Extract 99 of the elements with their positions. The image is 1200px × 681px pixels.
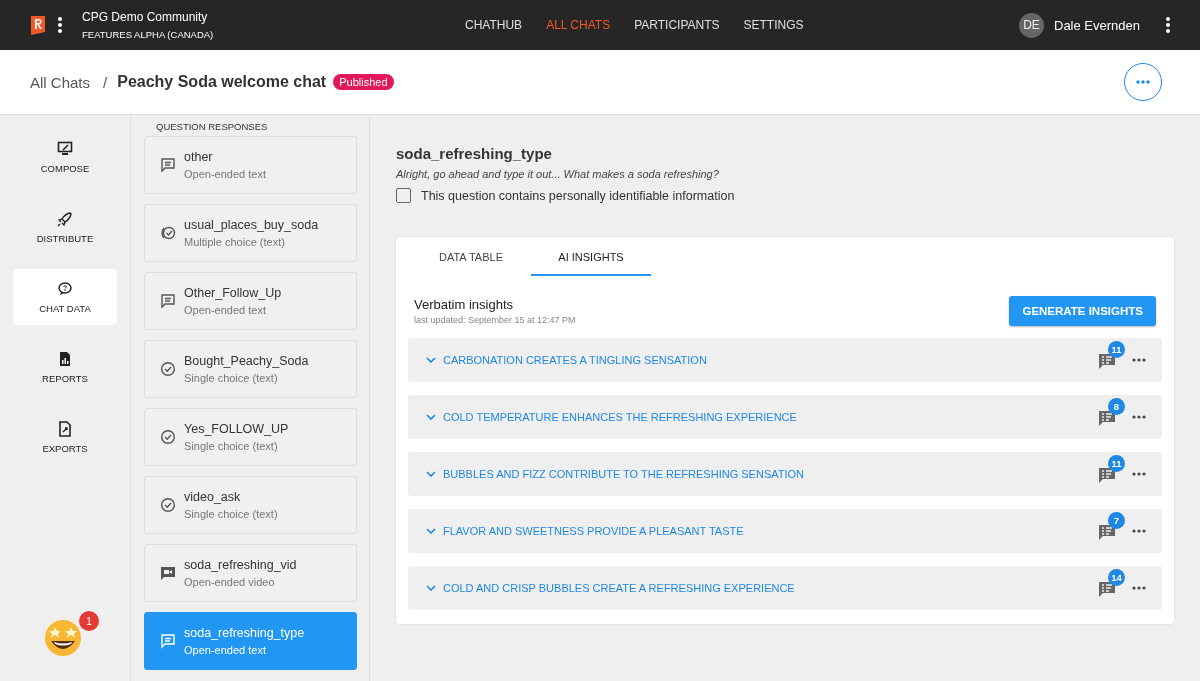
question-card[interactable]: soda_refreshing_vid Open-ended video [144, 544, 357, 602]
sidebar-item[interactable]: COMPOSE [13, 129, 117, 185]
breadcrumb-separator: / [103, 73, 108, 91]
status-badge: Published [333, 74, 394, 90]
question-type: Single choice (text) [184, 440, 279, 452]
question-name: soda_refreshing_vid [184, 558, 297, 572]
section-heading: QUESTION RESPONSES [156, 121, 269, 132]
pii-checkbox[interactable] [396, 188, 411, 203]
question-card[interactable]: Other_Follow_Up Open-ended text [144, 272, 357, 330]
question-card[interactable]: other Open-ended text [144, 136, 357, 194]
check-circle-icon [160, 361, 176, 377]
nav-link[interactable]: CHATHUB [453, 0, 535, 50]
more-vertical-icon[interactable] [1166, 16, 1170, 34]
chevron-down-icon [426, 471, 436, 477]
question-title: soda_refreshing_type [396, 145, 553, 162]
notification-badge: 1 [79, 611, 99, 631]
file-export-icon [57, 420, 73, 437]
question-type: Open-ended text [184, 644, 267, 656]
question-type: Open-ended video [184, 576, 276, 588]
sidebar-item[interactable]: DISTRIBUTE [13, 199, 117, 255]
check-circle-icon [160, 497, 176, 513]
chevron-down-icon [426, 357, 436, 363]
question-prompt: Alright, go ahead and type it out... What makes a soda refreshing? [396, 168, 720, 180]
community-name: CPG Demo Community [82, 10, 209, 24]
question-card[interactable]: Yes_FOLLOW_UP Single choice (text) [144, 408, 357, 466]
tab[interactable]: DATA TABLE [411, 237, 531, 276]
more-horizontal-icon [1136, 80, 1150, 84]
user-name: Dale Evernden [1054, 17, 1140, 33]
question-name: other [184, 150, 214, 164]
count-badge: 14 [1108, 569, 1125, 586]
chevron-down-icon [426, 414, 436, 420]
question-type: Open-ended text [184, 304, 267, 316]
question-name: Yes_FOLLOW_UP [184, 422, 289, 436]
tab[interactable]: AI INSIGHTS [531, 237, 651, 276]
report-chart-icon [57, 350, 73, 367]
more-button[interactable] [1124, 63, 1162, 101]
nav-link[interactable]: ALL CHATS [534, 0, 623, 50]
insight-row[interactable]: COLD TEMPERATURE ENHANCES THE REFRESHING EXPERIENCE 8 [408, 395, 1162, 439]
sidebar-item[interactable]: EXPORTS [13, 409, 117, 465]
insight-row[interactable]: CARBONATION CREATES A TINGLING SENSATION 11 [408, 338, 1162, 382]
message-lines-icon [160, 293, 176, 309]
insight-label: COLD AND CRISP BUBBLES CREATE A REFRESHING EXPERIENCE [443, 582, 795, 594]
question-type: Multiple choice (text) [184, 236, 286, 248]
community-subtitle: FEATURES ALPHA (CANADA) [82, 29, 214, 40]
monitor-pen-icon [57, 140, 73, 157]
question-name: soda_refreshing_type [184, 626, 305, 640]
chat-title: Peachy Soda welcome chat [117, 73, 327, 91]
question-name: Other_Follow_Up [184, 286, 282, 300]
question-name: usual_places_buy_soda [184, 218, 319, 232]
chevron-down-icon [426, 585, 436, 591]
question-type: Open-ended text [184, 168, 266, 180]
sidebar-item[interactable]: CHAT DATA [13, 269, 117, 325]
comment-list-icon [1098, 351, 1116, 369]
more-horizontal-icon[interactable] [1132, 358, 1146, 362]
question-name: Bought_Peachy_Soda [184, 354, 309, 368]
more-horizontal-icon[interactable] [1132, 472, 1146, 476]
chat-question-icon [57, 280, 73, 297]
last-updated-text: last updated: September 15 at 12:47 PM [414, 315, 576, 325]
insight-label: CARBONATION CREATES A TINGLING SENSATION [443, 354, 707, 366]
user-avatar[interactable]: DE [1019, 12, 1044, 38]
insight-label: COLD TEMPERATURE ENHANCES THE REFRESHING EXPERIENCE [443, 411, 797, 423]
more-horizontal-icon[interactable] [1132, 586, 1146, 590]
question-type: Single choice (text) [184, 508, 278, 520]
question-type: Single choice (text) [184, 372, 279, 384]
nav-link[interactable]: SETTINGS [731, 0, 816, 50]
breadcrumb-link[interactable]: All Chats [30, 73, 91, 91]
message-lines-icon [160, 157, 176, 173]
rocket-icon [57, 210, 73, 227]
check-circle-icon [160, 429, 176, 445]
more-horizontal-icon[interactable] [1132, 529, 1146, 533]
question-card[interactable]: video_ask Single choice (text) [144, 476, 357, 534]
insight-label: BUBBLES AND FIZZ CONTRIBUTE TO THE REFRESHING SENSATION [443, 468, 805, 480]
multi-check-icon [160, 225, 176, 241]
more-vertical-icon[interactable] [58, 16, 62, 34]
comment-list-icon [1098, 522, 1116, 540]
message-lines-icon [160, 633, 176, 649]
count-badge: 7 [1108, 512, 1125, 529]
insight-label: FLAVOR AND SWEETNESS PROVIDE A PLEASANT TASTE [443, 525, 744, 537]
comment-list-icon [1098, 465, 1116, 483]
logo-icon [30, 14, 46, 36]
sidebar-item[interactable]: REPORTS [13, 339, 117, 395]
comment-list-icon [1098, 408, 1116, 426]
question-name: video_ask [184, 490, 242, 504]
insight-row[interactable]: BUBBLES AND FIZZ CONTRIBUTE TO THE REFRESHING SENSATION 11 [408, 452, 1162, 496]
star-eyes-emoji-icon [43, 617, 83, 657]
chevron-down-icon [426, 528, 436, 534]
insight-row[interactable]: FLAVOR AND SWEETNESS PROVIDE A PLEASANT TASTE 7 [408, 509, 1162, 553]
more-horizontal-icon[interactable] [1132, 415, 1146, 419]
comment-list-icon [1098, 579, 1116, 597]
video-message-icon [160, 565, 176, 581]
question-card[interactable]: Bought_Peachy_Soda Single choice (text) [144, 340, 357, 398]
count-badge: 11 [1108, 455, 1125, 472]
insights-title: Verbatim insights [414, 297, 514, 312]
count-badge: 8 [1108, 398, 1125, 415]
question-card[interactable]: usual_places_buy_soda Multiple choice (text) [144, 204, 357, 262]
insight-row[interactable]: COLD AND CRISP BUBBLES CREATE A REFRESHING EXPERIENCE 14 [408, 566, 1162, 610]
checkbox-label: This question contains personally identifiable information [421, 188, 735, 203]
count-badge: 11 [1108, 341, 1125, 358]
nav-link[interactable]: PARTICIPANTS [622, 0, 732, 50]
